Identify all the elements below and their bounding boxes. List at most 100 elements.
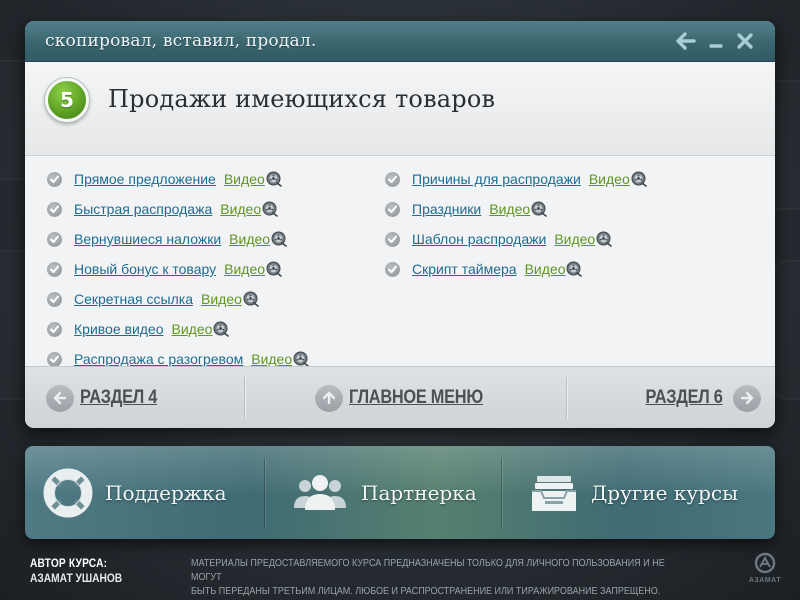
video-link[interactable]: Видео: [229, 231, 270, 247]
section-number-badge: 5: [45, 78, 89, 122]
lesson-link[interactable]: Шаблон распродажи: [412, 231, 546, 247]
logo-icon: [754, 552, 776, 574]
logo-text: АЗАМАТ: [748, 577, 782, 584]
check-icon: [47, 291, 62, 307]
check-icon: [47, 201, 62, 217]
video-link[interactable]: Видео: [251, 351, 292, 367]
check-icon: [47, 321, 62, 337]
other-courses-button[interactable]: Другие курсы: [529, 466, 738, 520]
video-link[interactable]: Видео: [554, 231, 595, 247]
disclaimer-line: МАТЕРИАЛЫ ПРЕДОСТАВЛЯЕМОГО КУРСА ПРЕДНАЗ…: [191, 558, 665, 583]
video-link[interactable]: Видео: [525, 261, 566, 277]
lesson-link[interactable]: Быстрая распродажа: [74, 201, 212, 217]
arrow-left-icon: [53, 391, 67, 405]
arrow-right-icon: [740, 391, 753, 405]
minimize-button[interactable]: [705, 30, 727, 52]
video-link[interactable]: Видео: [201, 291, 242, 307]
nav-divider: [566, 377, 567, 419]
lesson-item: Быстрая распродажа Видео: [47, 194, 309, 224]
lesson-item: Причины для распродажи Видео: [385, 164, 647, 194]
video-link[interactable]: Видео: [172, 321, 213, 337]
lesson-link[interactable]: Причины для распродажи: [412, 171, 581, 187]
video-reel-icon[interactable]: [266, 171, 282, 187]
people-icon: [291, 468, 349, 518]
lesson-item: Вернувшиеся наложки Видео: [47, 224, 309, 254]
menu-divider: [264, 458, 265, 528]
partner-button[interactable]: Партнерка: [291, 466, 477, 520]
main-menu-button[interactable]: ГЛАВНОЕ МЕНЮ: [315, 384, 505, 412]
lesson-window: скопировал, вставил, продал. 5 Продажи и…: [25, 21, 775, 428]
back-button[interactable]: [675, 30, 697, 52]
video-reel-icon[interactable]: [243, 291, 259, 307]
lesson-link[interactable]: Кривое видео: [74, 321, 164, 337]
lesson-link[interactable]: Распродажа с разогревом: [74, 351, 243, 367]
section-navigation: РАЗДЕЛ 4 ГЛАВНОЕ МЕНЮ РАЗДЕЛ 6: [25, 366, 775, 428]
back-arrow-icon: [676, 32, 696, 50]
menu-divider: [501, 458, 502, 528]
video-reel-icon[interactable]: [596, 231, 613, 247]
check-icon: [385, 231, 400, 247]
video-reel-icon[interactable]: [566, 261, 583, 277]
video-link[interactable]: Видео: [224, 171, 265, 187]
lesson-column-left: Прямое предложение Видео Быстрая распродаж…: [47, 164, 309, 374]
video-link[interactable]: Видео: [489, 201, 530, 217]
lesson-item: Скрипт таймера Видео: [385, 254, 647, 284]
arrow-up-icon: [322, 391, 336, 405]
lesson-item: Секретная ссылка Видео: [47, 284, 309, 314]
check-icon: [47, 351, 62, 367]
lesson-link[interactable]: Вернувшиеся наложки: [74, 231, 221, 247]
video-reel-icon[interactable]: [271, 231, 287, 247]
arrow-left-circle: [46, 384, 74, 412]
page-title: Продажи имеющихся товаров: [108, 85, 496, 113]
video-link[interactable]: Видео: [220, 201, 261, 217]
close-icon: [737, 33, 753, 49]
lesson-item: Шаблон распродажи Видео: [385, 224, 647, 254]
video-reel-icon[interactable]: [631, 171, 647, 187]
check-icon: [385, 171, 400, 187]
minimize-icon: [709, 44, 723, 48]
author-logo: АЗАМАТ: [745, 552, 785, 586]
inbox-tray-icon: [529, 468, 579, 518]
bottom-menu: Поддержка Партнерка Другие курсы: [25, 446, 775, 539]
lesson-item: Прямое предложение Видео: [47, 164, 309, 194]
partner-label: Партнерка: [361, 481, 477, 505]
check-icon: [385, 261, 400, 277]
arrow-right-circle: [732, 384, 761, 412]
support-button[interactable]: Поддержка: [43, 466, 227, 520]
other-courses-label: Другие курсы: [591, 481, 739, 505]
prev-section-button[interactable]: РАЗДЕЛ 4: [46, 384, 170, 412]
video-link[interactable]: Видео: [589, 171, 630, 187]
lifebuoy-icon: [43, 468, 93, 518]
video-reel-icon[interactable]: [266, 261, 282, 277]
lesson-link[interactable]: Праздники: [412, 201, 481, 217]
lesson-item: Кривое видео Видео: [47, 314, 309, 344]
author-heading: АВТОР КУРСА:: [30, 556, 108, 570]
lesson-column-right: Причины для распродажи Видео Праздники Виде…: [385, 164, 647, 284]
video-reel-icon[interactable]: [531, 201, 547, 217]
lesson-link[interactable]: Скрипт таймера: [412, 261, 517, 277]
lesson-link[interactable]: Прямое предложение: [74, 171, 216, 187]
next-section-label: РАЗДЕЛ 6: [645, 387, 723, 408]
video-reel-icon[interactable]: [213, 321, 230, 337]
lesson-item: Праздники Видео: [385, 194, 647, 224]
main-menu-label: ГЛАВНОЕ МЕНЮ: [349, 387, 483, 408]
arrow-up-circle: [315, 384, 343, 412]
video-link[interactable]: Видео: [224, 261, 265, 277]
lesson-link[interactable]: Новый бонус к товару: [74, 261, 216, 277]
lesson-item: Новый бонус к товару Видео: [47, 254, 309, 284]
disclaimer-line: БЫТЬ ПЕРЕДАНЫ ТРЕТЬИМ ЛИЦАМ. ЛЮБОЕ И РАС…: [191, 586, 661, 597]
close-button[interactable]: [734, 30, 756, 52]
copyright-disclaimer: МАТЕРИАЛЫ ПРЕДОСТАВЛЯЕМОГО КУРСА ПРЕДНАЗ…: [191, 557, 695, 599]
title-bar: скопировал, вставил, продал.: [25, 21, 775, 62]
nav-divider: [244, 377, 245, 419]
video-reel-icon[interactable]: [293, 351, 309, 367]
lesson-link[interactable]: Секретная ссылка: [74, 291, 193, 307]
video-reel-icon[interactable]: [262, 201, 278, 217]
check-icon: [385, 201, 400, 217]
lesson-list: Прямое предложение Видео Быстрая распродаж…: [25, 156, 775, 367]
window-title: скопировал, вставил, продал.: [45, 31, 317, 51]
check-icon: [47, 171, 62, 187]
section-header: 5 Продажи имеющихся товаров: [25, 62, 775, 156]
next-section-button[interactable]: РАЗДЕЛ 6: [633, 384, 761, 412]
check-icon: [47, 231, 62, 247]
